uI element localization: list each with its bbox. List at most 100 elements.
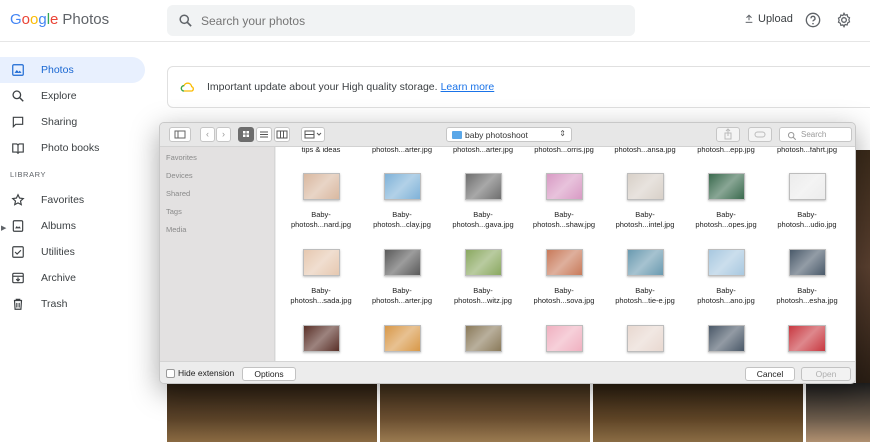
file-name-line2: photosh...witz.jpg [454, 296, 512, 305]
archive-icon [12, 272, 24, 284]
dialog-sidebar-shared[interactable]: Shared [166, 189, 190, 198]
sidebar-item-favorites[interactable]: Favorites [0, 187, 145, 213]
back-button[interactable]: ‹ [200, 127, 215, 142]
file-thumbnail[interactable] [464, 325, 502, 352]
logo-product: Photos [62, 11, 110, 28]
column-view-button[interactable] [274, 127, 290, 142]
search-input[interactable] [201, 5, 621, 36]
sidebar-item-albums[interactable]: Albums [0, 213, 145, 239]
sidebar-item-photo-books[interactable]: Photo books [0, 135, 145, 161]
sidebar-item-photos[interactable]: Photos [0, 57, 145, 83]
folder-dropdown[interactable]: baby photoshoot ⇕ [446, 127, 572, 142]
sidebar-item-sharing[interactable]: Sharing [0, 109, 145, 135]
file-name-line1: Baby- [635, 286, 655, 295]
share-button[interactable] [716, 127, 740, 142]
file-thumbnail[interactable] [464, 249, 502, 276]
sidebar: Photos Explore Sharing Photo books LIBRA… [0, 42, 160, 442]
file-item[interactable]: Baby-photosh...ano.jpg [687, 244, 765, 314]
dialog-sidebar-media[interactable]: Media [166, 225, 186, 234]
file-name-line2: photosh...arter.jpg [371, 296, 433, 305]
file-thumbnail[interactable] [545, 249, 583, 276]
file-name-line2: photosh...esha.jpg [776, 296, 838, 305]
tag-button[interactable] [748, 127, 772, 142]
file-name-line2: photosh...opes.jpg [695, 220, 757, 229]
search-bar[interactable] [167, 5, 635, 36]
file-name-line2: photosh...sova.jpg [533, 296, 595, 305]
file-item[interactable]: Baby-photosh...clay.jpg [363, 168, 441, 238]
forward-button[interactable]: › [216, 127, 231, 142]
sidebar-item-explore[interactable]: Explore [0, 83, 145, 109]
dialog-footer: Hide extension Options Cancel Open [160, 361, 855, 383]
file-name-line1: Baby- [473, 210, 493, 219]
file-item[interactable]: Baby-photosh...esha.jpg [768, 244, 846, 314]
file-thumbnail[interactable] [383, 173, 421, 200]
list-view-button[interactable] [256, 127, 272, 142]
file-thumbnail[interactable] [626, 173, 664, 200]
sidebar-item-label: Favorites [41, 194, 85, 206]
gallery-photo[interactable] [380, 383, 590, 442]
icon-view-button[interactable] [238, 127, 254, 142]
learn-more-link[interactable]: Learn more [441, 81, 495, 93]
settings-gear-icon[interactable] [836, 12, 852, 28]
cancel-button[interactable]: Cancel [745, 367, 795, 381]
file-thumbnail[interactable] [302, 173, 340, 200]
dialog-search-field[interactable]: Search [779, 127, 852, 142]
file-item[interactable] [282, 320, 360, 361]
file-item[interactable]: Baby-photosh...intel.jpg [606, 168, 684, 238]
file-item[interactable] [444, 320, 522, 361]
file-name-line1: Baby- [554, 210, 574, 219]
file-thumbnail[interactable] [383, 325, 421, 352]
file-thumbnail[interactable] [302, 249, 340, 276]
file-item[interactable]: Baby-photosh...gava.jpg [444, 168, 522, 238]
file-item[interactable]: Baby-photosh...arter.jpg [363, 244, 441, 314]
help-icon[interactable] [805, 12, 821, 28]
file-name-label: photosh...ansa.jpg [614, 147, 676, 154]
gallery-photo[interactable] [593, 383, 803, 442]
file-item[interactable]: Baby-photosh...witz.jpg [444, 244, 522, 314]
file-item[interactable] [525, 320, 603, 361]
file-thumbnail[interactable] [707, 173, 745, 200]
file-name-line1: Baby- [716, 210, 736, 219]
file-thumbnail[interactable] [626, 249, 664, 276]
google-photos-logo[interactable]: Google Photos [10, 11, 109, 28]
search-icon[interactable] [178, 13, 193, 28]
file-item[interactable]: Baby-photosh...opes.jpg [687, 168, 765, 238]
file-thumbnail[interactable] [707, 249, 745, 276]
file-item[interactable]: Baby-photosh...udio.jpg [768, 168, 846, 238]
file-item[interactable]: Baby-photosh...sada.jpg [282, 244, 360, 314]
hide-extension-checkbox[interactable] [166, 369, 175, 378]
open-button[interactable]: Open [801, 367, 851, 381]
file-item[interactable] [363, 320, 441, 361]
file-item[interactable]: Baby-photosh...shaw.jpg [525, 168, 603, 238]
file-thumbnail[interactable] [464, 173, 502, 200]
file-name-line2: photosh...udio.jpg [777, 220, 837, 229]
sidebar-item-utilities[interactable]: Utilities [0, 239, 145, 265]
file-name-line2: photosh...tie-e.jpg [615, 296, 675, 305]
file-thumbnail[interactable] [788, 249, 826, 276]
file-item[interactable] [606, 320, 684, 361]
sidebar-item-trash[interactable]: Trash [0, 291, 145, 317]
options-button[interactable]: Options [242, 367, 296, 381]
sidebar-item-archive[interactable]: Archive [0, 265, 145, 291]
dialog-sidebar-devices[interactable]: Devices [166, 171, 193, 180]
gallery-photo[interactable] [806, 383, 870, 442]
file-thumbnail[interactable] [707, 325, 745, 352]
dialog-sidebar-tags[interactable]: Tags [166, 207, 182, 216]
dialog-sidebar-favorites[interactable]: Favorites [166, 153, 197, 162]
file-item[interactable]: Baby-photosh...sova.jpg [525, 244, 603, 314]
file-thumbnail[interactable] [383, 249, 421, 276]
file-thumbnail[interactable] [545, 173, 583, 200]
gallery-photo[interactable] [167, 383, 377, 442]
file-thumbnail[interactable] [626, 325, 664, 352]
file-item[interactable] [687, 320, 765, 361]
sidebar-toggle-button[interactable] [169, 127, 191, 142]
file-item[interactable]: Baby-photosh...nard.jpg [282, 168, 360, 238]
group-by-button[interactable] [301, 127, 325, 142]
file-thumbnail[interactable] [788, 173, 826, 200]
file-item[interactable] [768, 320, 846, 361]
upload-button[interactable]: Upload [744, 13, 793, 25]
file-thumbnail[interactable] [545, 325, 583, 352]
file-item[interactable]: Baby-photosh...tie-e.jpg [606, 244, 684, 314]
file-thumbnail[interactable] [302, 325, 340, 352]
file-thumbnail[interactable] [788, 325, 826, 352]
